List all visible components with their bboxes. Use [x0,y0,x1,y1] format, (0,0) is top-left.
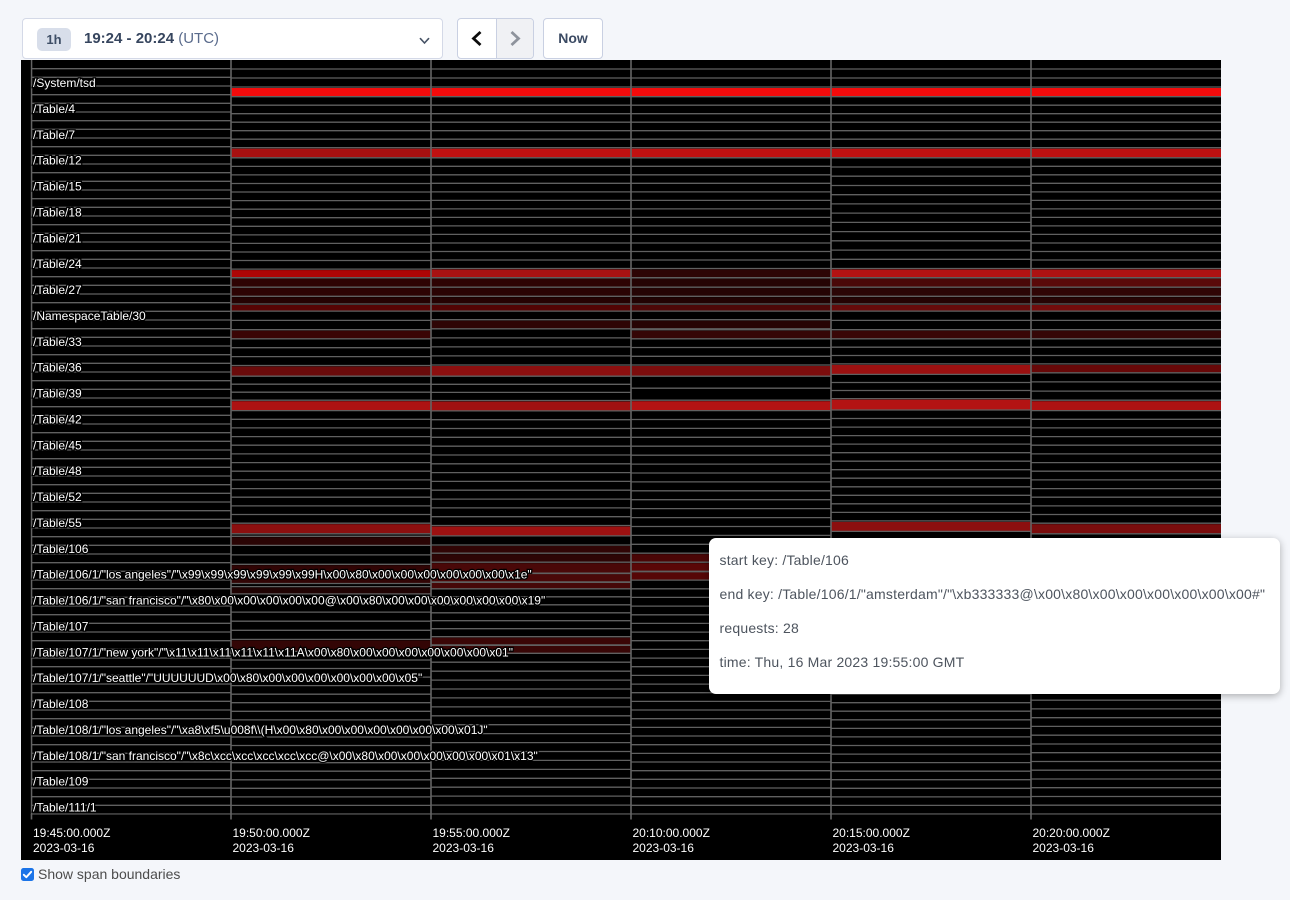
svg-text:/Table/7: /Table/7 [33,128,75,142]
svg-text:/Table/107: /Table/107 [33,620,89,634]
svg-text:/Table/36: /Table/36 [33,361,82,375]
svg-text:/Table/109: /Table/109 [33,775,89,789]
svg-text:/Table/18: /Table/18 [33,206,82,220]
svg-text:/Table/108: /Table/108 [33,697,89,711]
svg-text:/Table/27: /Table/27 [33,283,82,297]
svg-text:19:55:00.000Z: 19:55:00.000Z [433,826,510,840]
svg-text:/Table/42: /Table/42 [33,413,82,427]
svg-text:/Table/33: /Table/33 [33,335,82,349]
svg-text:/Table/106/1/"san francisco"/": /Table/106/1/"san francisco"/"\x80\x00\x… [33,594,545,608]
svg-text:19:50:00.000Z: 19:50:00.000Z [233,826,310,840]
svg-text:/Table/24: /Table/24 [33,257,82,271]
svg-text:/Table/106/1/"los angeles"/"\x: /Table/106/1/"los angeles"/"\x99\x99\x99… [33,568,532,582]
svg-text:20:20:00.000Z: 20:20:00.000Z [1033,826,1110,840]
svg-text:2023-03-16: 2023-03-16 [633,841,695,855]
svg-text:/Table/39: /Table/39 [33,387,82,401]
svg-text:/Table/108/1/"los angeles"/"\x: /Table/108/1/"los angeles"/"\xa8\xf5\u00… [33,723,488,737]
svg-text:2023-03-16: 2023-03-16 [1033,841,1095,855]
svg-text:/Table/15: /Table/15 [33,180,82,194]
svg-text:20:10:00.000Z: 20:10:00.000Z [633,826,710,840]
svg-text:/Table/45: /Table/45 [33,438,82,452]
svg-text:2023-03-16: 2023-03-16 [833,841,895,855]
svg-text:/Table/111/1: /Table/111/1 [33,801,97,815]
svg-text:/Table/21: /Table/21 [33,231,82,245]
svg-text:20:15:00.000Z: 20:15:00.000Z [833,826,910,840]
svg-text:/Table/107/1/"new york"/"\x11\: /Table/107/1/"new york"/"\x11\x11\x11\x1… [33,645,513,659]
svg-text:/NamespaceTable/30: /NamespaceTable/30 [33,309,146,323]
svg-text:/Table/108/1/"san francisco"/": /Table/108/1/"san francisco"/"\x8c\xcc\x… [33,749,538,763]
svg-text:2023-03-16: 2023-03-16 [433,841,495,855]
svg-text:/Table/55: /Table/55 [33,516,82,530]
svg-text:/Table/48: /Table/48 [33,464,82,478]
svg-text:/Table/107/1/"seattle"/"UUUUUU: /Table/107/1/"seattle"/"UUUUUUD\x00\x80\… [33,671,422,685]
svg-text:2023-03-16: 2023-03-16 [233,841,295,855]
svg-text:/Table/4: /Table/4 [33,102,75,116]
svg-text:/Table/52: /Table/52 [33,490,82,504]
svg-text:/Table/106: /Table/106 [33,542,89,556]
svg-text:19:45:00.000Z: 19:45:00.000Z [33,826,110,840]
svg-text:/System/tsd: /System/tsd [33,76,96,90]
svg-text:2023-03-16: 2023-03-16 [33,841,95,855]
svg-text:/Table/12: /Table/12 [33,154,82,168]
